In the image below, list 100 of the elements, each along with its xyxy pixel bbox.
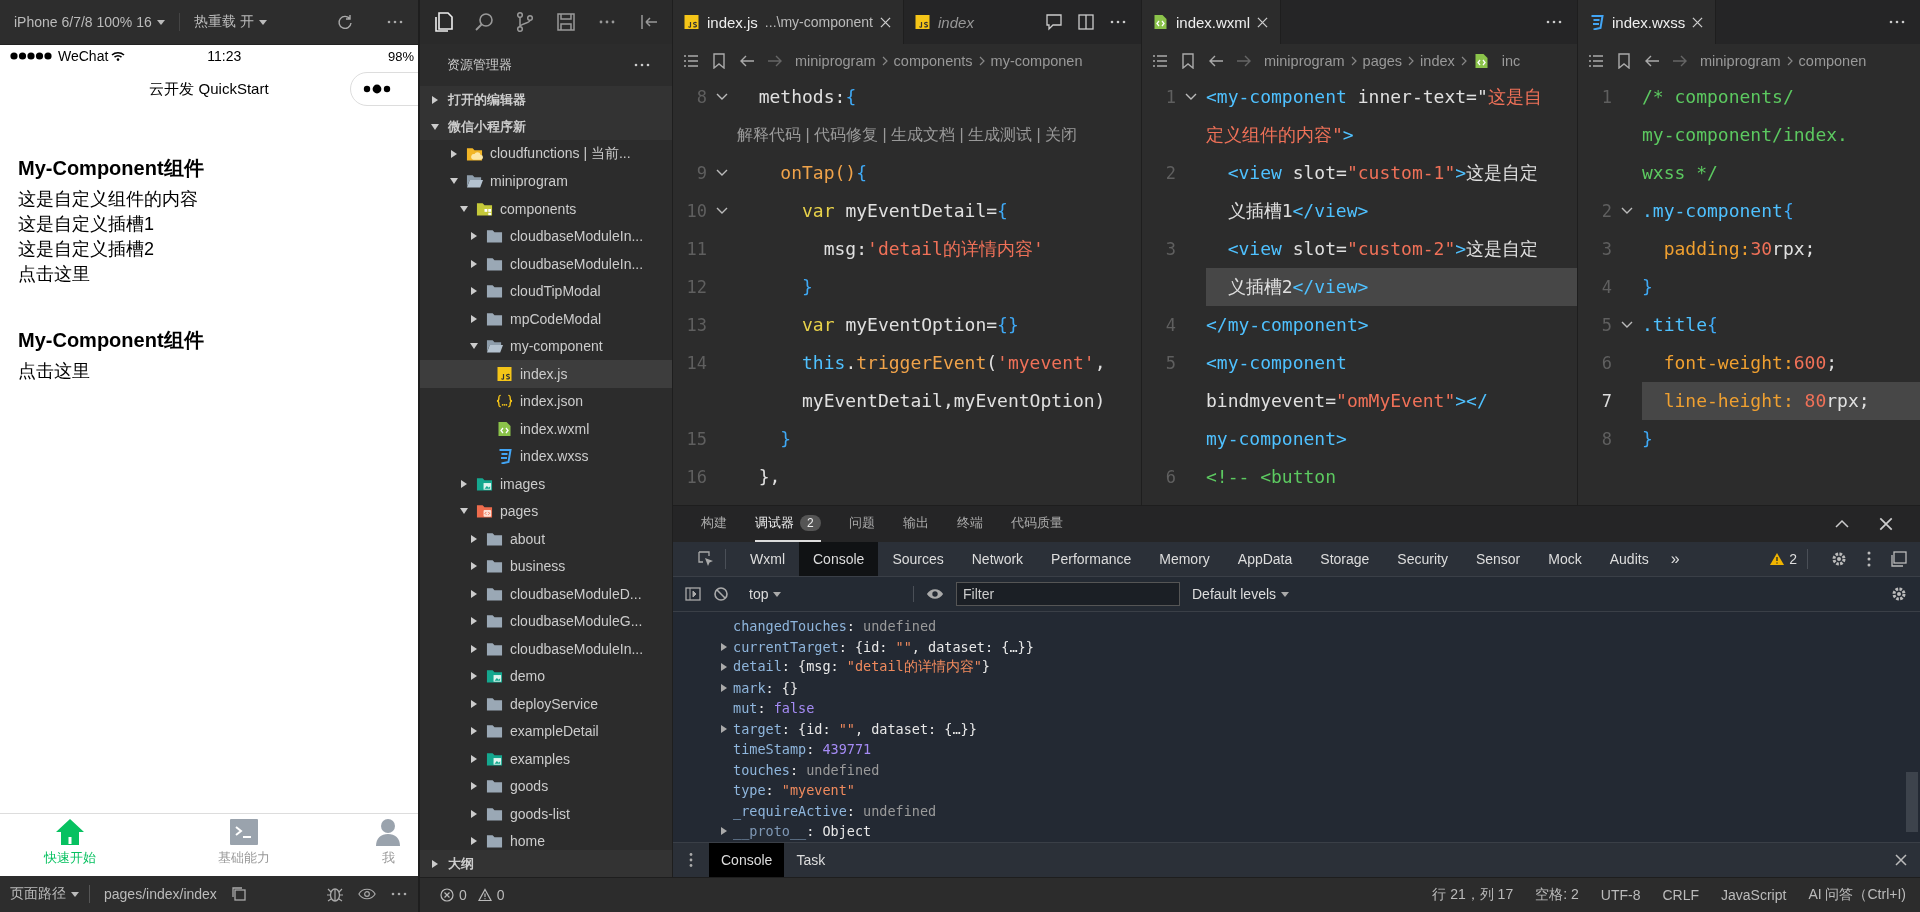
breadcrumb-item[interactable]: inc — [1501, 53, 1521, 69]
fold-chevron-icon[interactable] — [716, 207, 728, 215]
breadcrumb-item[interactable]: index — [1420, 53, 1455, 69]
panel-tab[interactable]: 终端 — [956, 506, 983, 542]
expand-arrow-icon[interactable] — [721, 683, 727, 692]
devtools-tab[interactable]: Audits — [1595, 542, 1663, 576]
panel-tab[interactable]: 输出 — [902, 506, 929, 542]
section-header[interactable]: 大纲 — [420, 850, 672, 877]
page-path-select[interactable]: 页面路径 — [10, 885, 90, 903]
code-lens-actions[interactable]: 解释代码 | 代码修复 | 生成文档 | 生成测试 | 关闭 — [737, 124, 1078, 146]
breadcrumb-item[interactable]: miniprogram — [795, 53, 876, 69]
tree-item[interactable]: goods-list — [420, 800, 672, 828]
status-item[interactable]: UTF-8 — [1600, 887, 1641, 903]
tree-item[interactable]: images — [420, 470, 672, 498]
tree-item[interactable]: exampleDetail — [420, 717, 672, 745]
split-editor-icon[interactable] — [1077, 13, 1095, 31]
scrollbar-thumb[interactable] — [1906, 772, 1918, 832]
expand-arrow-icon[interactable] — [721, 724, 727, 733]
close-icon[interactable] — [1692, 16, 1704, 28]
save-icon[interactable] — [555, 11, 577, 33]
devtools-tab[interactable]: Network — [957, 542, 1038, 576]
tree-item[interactable]: cloudfunctions | 当前... — [420, 140, 672, 168]
comment-icon[interactable] — [1045, 13, 1063, 31]
tree-item[interactable]: miniprogram — [420, 167, 672, 195]
tree-item[interactable]: index.json — [420, 387, 672, 415]
devtools-tab[interactable]: Memory — [1145, 542, 1224, 576]
tree-item[interactable]: index.wxss — [420, 442, 672, 470]
tree-item[interactable]: deployService — [420, 690, 672, 718]
devtools-tab[interactable]: Sources — [878, 542, 958, 576]
bookmark-icon[interactable] — [1180, 53, 1196, 69]
drawer-tab[interactable]: Console — [709, 843, 785, 877]
files-icon[interactable] — [432, 11, 454, 33]
devtools-tab[interactable]: Storage — [1306, 542, 1384, 576]
tree-item[interactable]: about — [420, 525, 672, 553]
back-icon[interactable] — [739, 53, 755, 69]
tree-item[interactable]: cloudbaseModuleIn... — [420, 250, 672, 278]
close-icon[interactable] — [880, 16, 891, 28]
tree-item[interactable]: home — [420, 827, 672, 850]
sidebar-toggle-icon[interactable] — [685, 586, 701, 602]
devtools-tab[interactable]: Console — [799, 542, 879, 576]
panel-tab[interactable]: 构建 — [701, 506, 727, 542]
tree-item[interactable]: cloudbaseModuleIn... — [420, 635, 672, 663]
problems-indicator[interactable]: 0 0 — [440, 887, 505, 903]
expand-arrow-icon[interactable] — [721, 827, 727, 836]
breadcrumb-item[interactable]: pages — [1362, 53, 1403, 69]
close-icon[interactable] — [1894, 853, 1908, 867]
fold-chevron-icon[interactable] — [1185, 93, 1197, 101]
devtools-tab[interactable]: Security — [1383, 542, 1462, 576]
status-item[interactable]: 空格: 2 — [1535, 886, 1579, 904]
tree-item[interactable]: cloudbaseModuleG... — [420, 607, 672, 635]
bookmark-icon[interactable] — [711, 53, 727, 69]
editor-tab[interactable]: index.wxss — [1578, 0, 1717, 44]
panel-tab[interactable]: 问题 — [848, 506, 875, 542]
devtools-tab[interactable]: Performance — [1037, 542, 1146, 576]
panel-tab[interactable]: 代码质量 — [1010, 506, 1063, 542]
devtools-tab[interactable]: Wxml — [736, 542, 799, 576]
list-icon[interactable] — [683, 53, 699, 69]
context-select[interactable]: top — [741, 586, 914, 602]
tree-item[interactable]: cloudbaseModuleIn... — [420, 222, 672, 250]
tree-item[interactable]: goods — [420, 772, 672, 800]
forward-icon[interactable] — [1672, 53, 1688, 69]
tree-item[interactable]: components — [420, 195, 672, 223]
refresh-icon[interactable] — [336, 13, 354, 31]
editor-tab[interactable]: index.js ...\my-component — [673, 0, 904, 44]
section-header[interactable]: 微信小程序新 — [420, 113, 672, 140]
editor-tab[interactable]: index — [904, 0, 986, 44]
tree-item[interactable]: mpCodeModal — [420, 305, 672, 333]
copy-icon[interactable] — [230, 886, 247, 902]
list-icon[interactable] — [1588, 53, 1604, 69]
fold-chevron-icon[interactable] — [716, 93, 728, 101]
close-icon[interactable] — [1257, 16, 1269, 28]
devtools-tab[interactable]: Mock — [1534, 542, 1596, 576]
settings-icon[interactable] — [1890, 585, 1908, 603]
section-header[interactable]: 打开的编辑器 — [420, 86, 672, 113]
forward-icon[interactable] — [1236, 53, 1252, 69]
drawer-tab[interactable]: Task — [784, 843, 838, 877]
hot-reload-select[interactable]: 热重载 开 — [178, 13, 267, 31]
fold-chevron-icon[interactable] — [716, 169, 728, 177]
fold-chevron-icon[interactable] — [1621, 321, 1633, 329]
branch-icon[interactable] — [514, 11, 536, 33]
expand-arrow-icon[interactable] — [721, 663, 727, 672]
list-icon[interactable] — [1152, 53, 1168, 69]
bookmark-icon[interactable] — [1616, 53, 1632, 69]
back-icon[interactable] — [1644, 53, 1660, 69]
devtools-tab[interactable]: Sensor — [1461, 542, 1535, 576]
tree-item[interactable]: cloudTipModal — [420, 277, 672, 305]
search-icon[interactable] — [473, 11, 495, 33]
editor-tab[interactable]: index.wxml — [1142, 0, 1282, 44]
settings-icon[interactable] — [1830, 550, 1848, 568]
breadcrumb-item[interactable]: miniprogram — [1700, 53, 1781, 69]
more-icon[interactable] — [386, 20, 404, 24]
capsule-button[interactable] — [350, 72, 418, 106]
tree-item[interactable]: pages — [420, 497, 672, 525]
inspect-icon[interactable] — [697, 550, 715, 568]
tree-item[interactable]: index.js — [420, 360, 672, 388]
breadcrumb-item[interactable]: my-componen — [990, 53, 1083, 69]
fold-chevron-icon[interactable] — [1621, 207, 1633, 215]
breadcrumb-item[interactable]: miniprogram — [1264, 53, 1345, 69]
dock-icon[interactable] — [1890, 550, 1908, 568]
status-item[interactable]: AI 问答（Ctrl+I) — [1808, 886, 1906, 904]
